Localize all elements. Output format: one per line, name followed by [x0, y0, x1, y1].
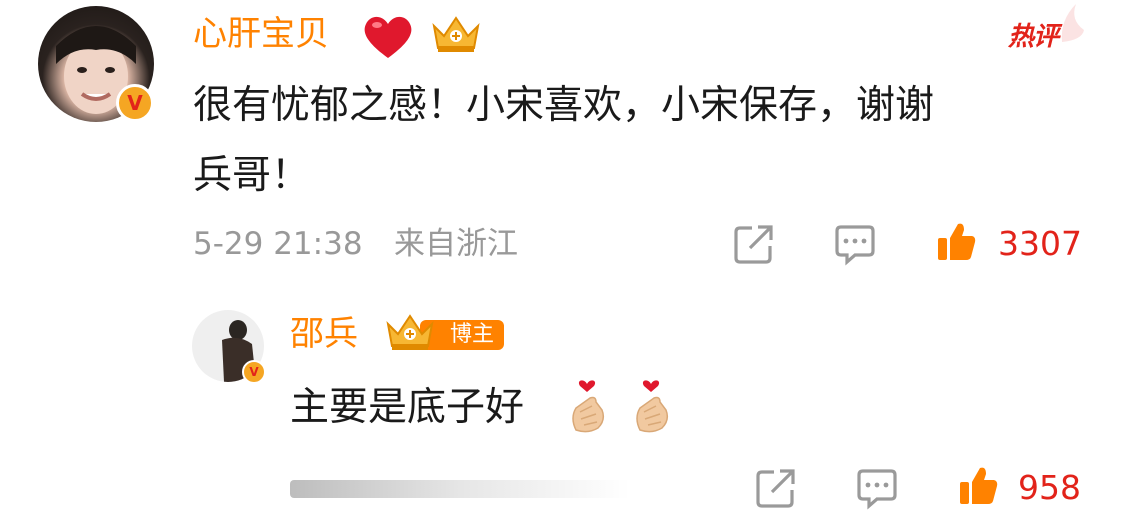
reply-body: 主要是底子好	[290, 385, 525, 430]
commenter-name[interactable]: 心肝宝贝	[193, 12, 329, 56]
verified-badge-icon: V	[116, 84, 154, 122]
reply-share-icon[interactable]	[754, 466, 798, 510]
share-icon[interactable]	[732, 222, 776, 266]
reply-comment-icon[interactable]	[855, 466, 899, 510]
hot-comment-badge: 热评	[1008, 22, 1059, 52]
comment-body-line-2: 兵哥！	[193, 153, 311, 198]
hot-flame-icon	[1061, 4, 1084, 42]
comment-icon[interactable]	[833, 222, 877, 266]
finger-heart-emoji	[636, 380, 669, 433]
replier-name[interactable]: 邵兵	[290, 312, 358, 356]
finger-heart-emoji	[572, 380, 605, 433]
reply-like-icon[interactable]	[958, 464, 1000, 508]
crown-badge-icon	[386, 314, 434, 350]
heart-emoji	[364, 16, 412, 59]
replier-verified-badge-icon: V	[242, 360, 266, 384]
comment-thread: V 心肝宝贝 热评 很有忧郁之感！小宋喜欢，小宋保存，谢谢 兵哥！ 5-29 2…	[0, 0, 1125, 520]
comment-body-line-1: 很有忧郁之感！小宋喜欢，小宋保存，谢谢	[193, 83, 935, 128]
comment-like-count: 3307	[998, 224, 1082, 263]
commenter-avatar[interactable]: V	[38, 6, 154, 122]
replier-avatar[interactable]: V	[192, 310, 266, 384]
comment-location: 来自浙江	[394, 226, 518, 262]
reply-like-count: 958	[1018, 468, 1081, 507]
reply-meta-placeholder	[290, 480, 630, 498]
comment-time: 5-29 21:38	[193, 226, 363, 262]
like-icon[interactable]	[936, 220, 978, 264]
crown-badge-icon	[432, 16, 480, 52]
